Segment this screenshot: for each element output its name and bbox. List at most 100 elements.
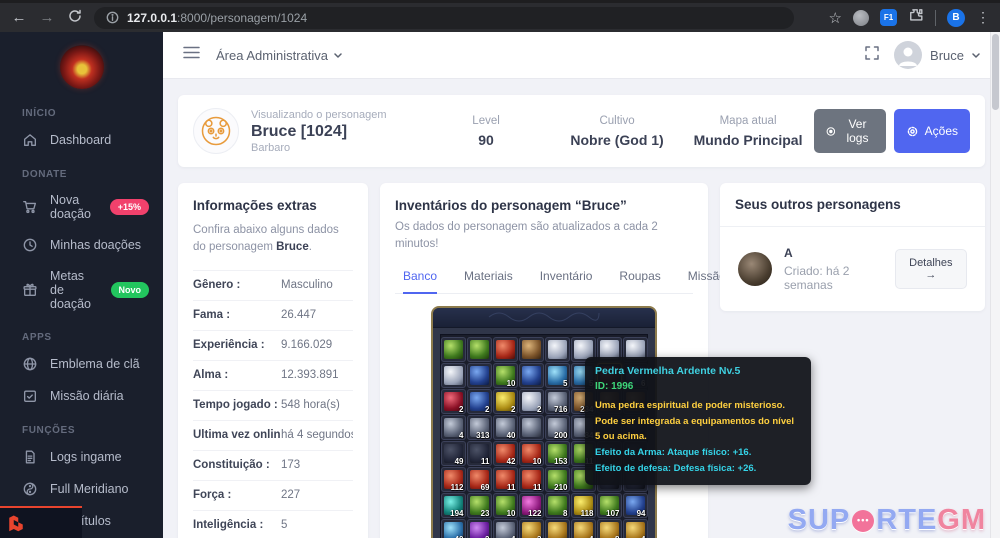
bank-slot[interactable]	[493, 337, 518, 362]
bank-slot[interactable]: 122	[519, 493, 544, 518]
bank-slot[interactable]: 4	[493, 519, 518, 538]
bank-slot[interactable]: 11	[467, 441, 492, 466]
bank-slot[interactable]: 210	[545, 467, 570, 492]
bank-slot[interactable]: 194	[441, 493, 466, 518]
bank-slot[interactable]: 5	[545, 363, 570, 388]
stat-mapa: Mapa atual Mundo Principal	[683, 115, 814, 148]
bank-slot[interactable]: 10	[493, 363, 518, 388]
sidebar-item-logs-ingame[interactable]: Logs ingame	[0, 441, 163, 473]
sidebar-item-missao-diaria[interactable]: Missão diária	[0, 380, 163, 412]
sidebar-item-metas-doacao[interactable]: Metas de doação Novo	[0, 261, 163, 319]
bank-slot[interactable]: 107	[597, 493, 622, 518]
bank-slot[interactable]	[519, 337, 544, 362]
tab-banco[interactable]: Banco	[403, 269, 437, 294]
bank-slot[interactable]: 49	[441, 441, 466, 466]
bank-slot[interactable]: 40	[441, 519, 466, 538]
bank-slot[interactable]: 153	[545, 441, 570, 466]
page-scrollbar[interactable]	[990, 32, 1000, 538]
browser-back-icon[interactable]: ←	[10, 10, 28, 25]
bank-slot[interactable]	[441, 363, 466, 388]
other-character-created: Criado: há 2 semanas	[784, 264, 883, 292]
laravel-debugbar[interactable]	[0, 506, 82, 538]
bank-slot[interactable]: 2	[519, 389, 544, 414]
bank-slot[interactable]	[467, 337, 492, 362]
tab-roupas[interactable]: Roupas	[619, 269, 660, 294]
browser-forward-icon[interactable]: →	[38, 10, 56, 25]
character-class: Barbaro	[251, 142, 421, 154]
bank-slot[interactable]: 313	[467, 415, 492, 440]
extension-globe-icon[interactable]	[853, 10, 869, 26]
scrollbar-thumb[interactable]	[992, 34, 999, 110]
bank-slot[interactable]: 42	[493, 441, 518, 466]
bank-slot[interactable]: 716	[545, 389, 570, 414]
browser-reload-icon[interactable]	[66, 9, 84, 26]
bank-slot[interactable]: 69	[467, 467, 492, 492]
bank-slot[interactable]: 2	[441, 389, 466, 414]
fullscreen-icon[interactable]	[864, 45, 880, 66]
bank-slot[interactable]: 112	[441, 467, 466, 492]
tab-materiais[interactable]: Materiais	[464, 269, 513, 294]
browser-profile-avatar[interactable]: B	[947, 9, 965, 27]
bank-slot[interactable]: 2	[467, 389, 492, 414]
sidebar-item-dashboard[interactable]: Dashboard	[0, 124, 163, 156]
extensions-puzzle-icon[interactable]	[908, 7, 924, 28]
sidebar-item-label: Missão diária	[50, 389, 124, 403]
bank-slot[interactable]: 4	[623, 519, 648, 538]
bank-slot[interactable]: 2	[493, 389, 518, 414]
bank-slot[interactable]: 10	[519, 441, 544, 466]
admin-area-dropdown[interactable]: Área Administrativa	[216, 48, 342, 63]
chat-bubble-icon: •••	[852, 510, 874, 532]
bookmark-star-icon[interactable]: ☆	[829, 9, 842, 27]
inventory-title: Inventários do personagem “Bruce”	[395, 198, 693, 213]
bank-slot[interactable]	[519, 415, 544, 440]
sidebar-item-emblema-cla[interactable]: Emblema de clã	[0, 348, 163, 380]
address-bar[interactable]: 127.0.0.1:8000/personagem/1024	[94, 7, 794, 29]
bank-slot[interactable]: 8	[545, 493, 570, 518]
menu-toggle-icon[interactable]	[183, 46, 200, 64]
user-avatar	[894, 41, 922, 69]
person-icon	[894, 41, 922, 69]
bank-slot[interactable]: 11	[519, 467, 544, 492]
bank-slot[interactable]: 94	[623, 493, 648, 518]
bank-slot[interactable]	[441, 337, 466, 362]
user-menu[interactable]: Bruce	[894, 41, 980, 69]
bank-slot[interactable]: 118	[571, 493, 596, 518]
ver-logs-button[interactable]: Ver logs	[814, 109, 886, 153]
table-row: Alma :12.393.891	[193, 360, 353, 390]
bank-slot[interactable]: 3	[519, 519, 544, 538]
sidebar-item-minhas-doacoes[interactable]: Minhas doações	[0, 229, 163, 261]
site-info-icon[interactable]	[106, 11, 119, 24]
sidebar-item-full-meridiano[interactable]: Full Meridiano	[0, 473, 163, 505]
bank-slot[interactable]: 8	[597, 519, 622, 538]
acoes-button[interactable]: Ações	[894, 109, 970, 153]
bank-slot[interactable]	[545, 337, 570, 362]
bank-slot[interactable]: 11	[493, 467, 518, 492]
character-header-card: Visualizando o personagem Bruce [1024] B…	[178, 95, 985, 167]
user-name: Bruce	[930, 48, 964, 63]
bank-slot[interactable]: 10	[493, 493, 518, 518]
browser-menu-icon[interactable]: ⋮	[976, 9, 990, 26]
tooltip-effect: Efeito da Arma: Ataque físico: +16.	[595, 445, 801, 461]
tooltip-item-id: ID: 1996	[595, 381, 801, 392]
bank-slot[interactable]: 40	[493, 415, 518, 440]
bank-panel-ornament	[433, 308, 655, 328]
globe-icon	[22, 356, 38, 372]
sidebar-section-donate: DONATE	[0, 156, 163, 185]
table-row: Tempo jogado :548 hora(s)	[193, 390, 353, 420]
bank-slot[interactable]: 4	[441, 415, 466, 440]
bank-slot[interactable]	[545, 519, 570, 538]
bank-slot[interactable]: 23	[467, 493, 492, 518]
toolbar-divider	[935, 10, 936, 26]
extension-badge-icon[interactable]: F1	[880, 9, 897, 26]
tab-inventario[interactable]: Inventário	[540, 269, 593, 294]
detalhes-button[interactable]: Detalhes →	[895, 249, 967, 289]
other-characters-card: Seus outros personagens A Criado: há 2 s…	[720, 183, 985, 311]
bank-slot[interactable]: 200	[545, 415, 570, 440]
bank-slot[interactable]	[519, 363, 544, 388]
extra-info-subtitle: Confira abaixo alguns dados do personage…	[193, 222, 353, 257]
admin-area-label: Área Administrativa	[216, 48, 328, 63]
sidebar-item-nova-doacao[interactable]: Nova doação +15%	[0, 185, 163, 229]
bank-slot[interactable]	[467, 363, 492, 388]
bank-slot[interactable]: 4	[571, 519, 596, 538]
bank-slot[interactable]: 2	[467, 519, 492, 538]
